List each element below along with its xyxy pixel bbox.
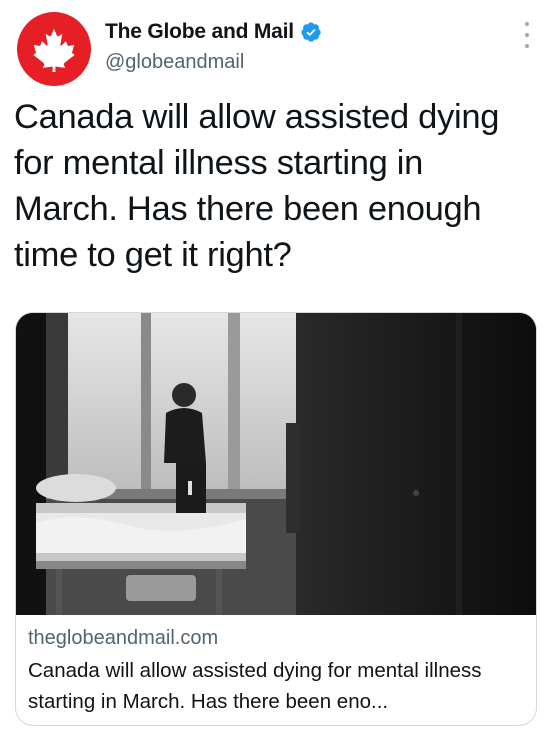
link-preview-card[interactable]: theglobeandmail.com Canada will allow as… (15, 312, 537, 726)
more-dot (525, 33, 529, 37)
tweet-header: The Globe and Mail @globeandmail (14, 10, 539, 86)
card-meta: theglobeandmail.com Canada will allow as… (28, 625, 528, 717)
tweet-text: Canada will allow assisted dying for men… (14, 98, 500, 274)
card-title: Canada will allow assisted dying for men… (28, 659, 482, 713)
maple-leaf-icon (33, 28, 75, 72)
card-image[interactable] (16, 313, 536, 615)
avatar[interactable] (17, 12, 91, 86)
card-domain: theglobeandmail.com (28, 627, 219, 649)
display-name[interactable]: The Globe and Mail (105, 20, 294, 44)
more-options-icon[interactable] (521, 22, 533, 48)
tweet[interactable]: The Globe and Mail @globeandmail Canada … (0, 0, 550, 735)
account-names: The Globe and Mail @globeandmail (105, 18, 322, 74)
account-handle[interactable]: @globeandmail (105, 51, 322, 74)
more-dot (525, 22, 529, 26)
more-dot (525, 44, 529, 48)
hospital-room-photo (16, 313, 536, 615)
display-name-row: The Globe and Mail (105, 18, 322, 46)
verified-badge-icon (301, 22, 321, 42)
